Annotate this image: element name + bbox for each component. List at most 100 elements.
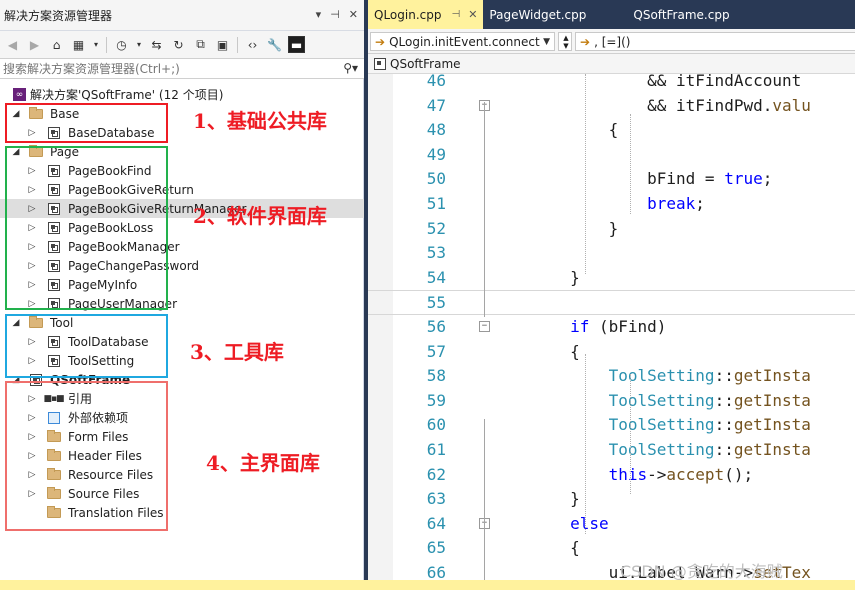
watermark: CSDN @贪吃的大海贼 [620, 562, 783, 581]
status-bar [0, 580, 855, 590]
line-number: 64 [426, 513, 446, 533]
line-number: 66 [426, 563, 446, 580]
forward-icon[interactable]: ▶ [26, 36, 43, 53]
chevron-down-icon[interactable]: ▼ [543, 37, 550, 47]
line-number: 52 [426, 218, 446, 238]
toolbar-separator [237, 36, 238, 53]
chevron-down-icon[interactable]: ▼ [563, 42, 568, 50]
code-line[interactable]: 56 − if (bFind) [368, 315, 855, 340]
code-line[interactable]: 60 ToolSetting::getInsta [368, 413, 855, 438]
search-input[interactable] [0, 59, 330, 78]
annotation-box-main [5, 381, 168, 531]
chevron-up-icon[interactable]: ▲ [563, 34, 568, 42]
preview-selected-icon[interactable]: ▬ [288, 36, 305, 53]
code-text: bFind = true; [493, 169, 773, 189]
code-line[interactable]: 58 ToolSetting::getInsta [368, 364, 855, 389]
view-code-icon[interactable]: ‹› [244, 36, 261, 53]
tab-label: PageWidget.cpp [489, 7, 587, 22]
code-line[interactable]: 55 [368, 290, 855, 315]
editor-tab-strip: QLogin.cpp ⊣ ✕ PageWidget.cpp QSoftFrame… [368, 0, 855, 29]
scope-bar[interactable]: QSoftFrame [368, 54, 855, 74]
code-line[interactable]: 48 { [368, 118, 855, 143]
close-icon[interactable]: ✕ [468, 8, 477, 21]
pin-icon[interactable]: ⊣ [451, 9, 460, 20]
properties-wrench-icon[interactable]: 🔧 [266, 36, 283, 53]
home-icon[interactable]: ⌂ [48, 36, 65, 53]
code-text: } [493, 489, 580, 509]
lambda-dropdown-value: , [=]() [594, 34, 631, 49]
code-line[interactable]: 52 } [368, 217, 855, 242]
code-text: ToolSetting::getInsta [608, 366, 811, 386]
pending-changes-icon[interactable]: ◷ [113, 36, 130, 53]
solution-explorer-search[interactable]: ⚲▾ [0, 58, 364, 79]
code-text: } [493, 267, 580, 287]
code-line[interactable]: 59 ToolSetting::getInsta [368, 389, 855, 414]
collapse-all-icon[interactable]: ⧉ [192, 36, 209, 53]
code-line[interactable]: 61 ToolSetting::getInsta [368, 438, 855, 463]
line-number: 62 [426, 464, 446, 484]
chevron-down-icon[interactable]: ▾ [135, 36, 143, 53]
code-text: && itFindAccount [493, 74, 802, 90]
search-icon[interactable]: ⚲▾ [343, 61, 358, 75]
code-area[interactable]: 46 && itFindAccount47− && itFindPwd.valu… [368, 74, 855, 580]
code-text: if (bFind) [570, 317, 667, 336]
indent-guide [630, 114, 631, 214]
line-number: 55 [426, 293, 446, 313]
chevron-down-icon[interactable]: ▾ [92, 36, 100, 53]
line-number: 65 [426, 538, 446, 558]
code-text: ToolSetting::getInsta [608, 390, 811, 410]
solution-explorer-panel: 解决方案资源管理器 ▾ ⊣ ✕ ◀ ▶ ⌂ ▦ ▾ ◷ ▾ ⇆ ↻ ⧉ ▣ ‹›… [0, 0, 364, 580]
code-line[interactable]: 57 { [368, 340, 855, 365]
refresh-icon[interactable]: ↻ [170, 36, 187, 53]
annotation-label-4: 4、主界面库 [206, 451, 320, 475]
line-number: 51 [426, 194, 446, 213]
back-icon[interactable]: ◀ [4, 36, 21, 53]
code-line[interactable]: 51 break; [368, 192, 855, 217]
collapse-region-icon[interactable]: − [479, 321, 490, 332]
line-number: 53 [426, 243, 446, 263]
annotation-box-tool [5, 314, 168, 378]
pin-icon[interactable]: ⊣ [330, 8, 340, 21]
outline-guide [484, 102, 485, 317]
code-line[interactable]: 47− && itFindPwd.valu [368, 94, 855, 119]
close-icon[interactable]: ✕ [349, 8, 358, 21]
code-line[interactable]: 64− else [368, 512, 855, 537]
line-number: 46 [426, 74, 446, 90]
code-line[interactable]: 50 bFind = true; [368, 167, 855, 192]
switch-view-icon[interactable]: ▦ [70, 36, 87, 53]
show-all-files-icon[interactable]: ▣ [214, 36, 231, 53]
lambda-dropdown[interactable]: ➔ , [=]() [575, 32, 855, 51]
line-number: 63 [426, 489, 446, 509]
solution-root-row[interactable]: ∞ 解决方案'QSoftFrame' (12 个项目) [0, 85, 364, 104]
code-text: } [493, 218, 619, 238]
code-line[interactable]: 46 && itFindAccount [368, 74, 855, 94]
line-number: 56 [426, 317, 446, 336]
dropdown-arrow-icon[interactable]: ▾ [316, 8, 322, 21]
line-number: 47 [426, 95, 446, 115]
annotation-label-3: 3、工具库 [190, 340, 284, 364]
code-line[interactable]: 63 } [368, 487, 855, 512]
annotation-box-base [5, 103, 168, 143]
tab-label: QSoftFrame.cpp [633, 7, 730, 22]
solution-explorer-title: 解决方案资源管理器 [4, 8, 113, 23]
member-arrow-icon: ➔ [580, 34, 591, 49]
annotation-label-2: 2、软件界面库 [193, 204, 327, 228]
sync-icon[interactable]: ⇆ [148, 36, 165, 53]
annotation-label-1: 1、基础公共库 [193, 109, 327, 133]
code-line[interactable]: 62 this->accept(); [368, 463, 855, 488]
tab-pagewidget-cpp[interactable]: PageWidget.cpp [483, 0, 633, 29]
code-text: && itFindPwd.valu [493, 95, 811, 115]
code-line[interactable]: 54 } [368, 266, 855, 291]
solution-explorer-title-bar: 解决方案资源管理器 ▾ ⊣ ✕ [0, 0, 364, 31]
tab-qsoftframe-cpp[interactable]: QSoftFrame.cpp [633, 0, 735, 29]
member-arrow-icon: ➔ [375, 34, 386, 49]
code-line[interactable]: 49 [368, 143, 855, 168]
tab-qlogin-cpp[interactable]: QLogin.cpp ⊣ ✕ [368, 0, 484, 29]
line-number: 50 [426, 169, 446, 189]
member-dropdown[interactable]: ➔ QLogin.initEvent.connect ▼ [370, 32, 555, 51]
line-number: 49 [426, 144, 446, 164]
code-line[interactable]: 53 [368, 241, 855, 266]
nav-spinner[interactable]: ▲ ▼ [558, 32, 572, 51]
code-text: break; [647, 194, 705, 213]
code-text: { [493, 341, 580, 361]
